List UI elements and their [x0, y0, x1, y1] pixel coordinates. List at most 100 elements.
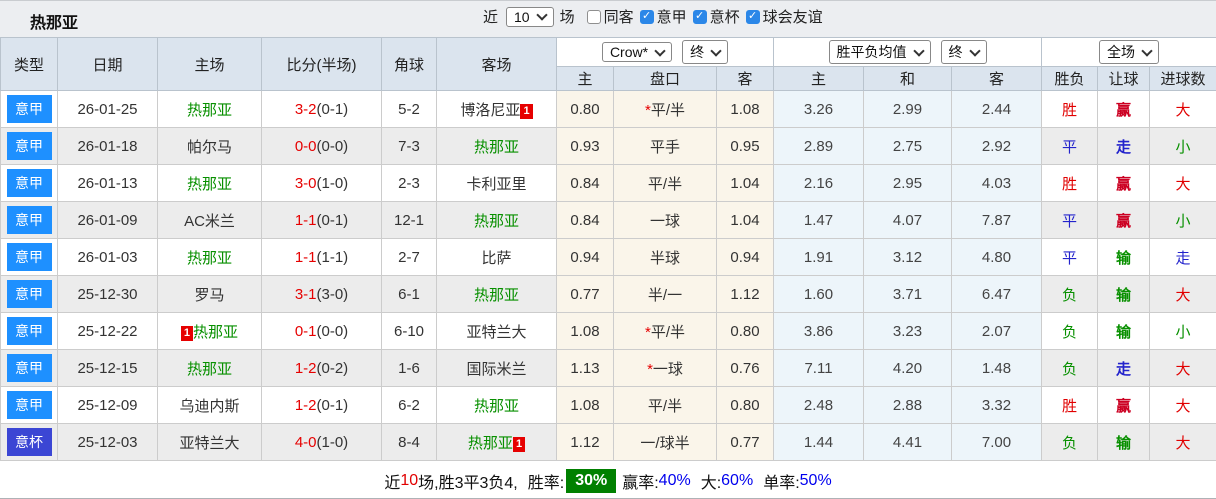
half-time-score: (0-0) [317, 323, 349, 340]
avg-away-cell: 2.07 [952, 313, 1042, 350]
odds-time-select[interactable]: 终 [682, 40, 728, 64]
avg-home-cell: 7.11 [774, 350, 864, 387]
score-cell: 1-2(0-2) [262, 350, 382, 387]
home-team-name: 热那亚 [187, 361, 232, 378]
sub-header-result: 胜负 [1042, 67, 1098, 91]
result-cell: 负 [1042, 313, 1098, 350]
half-time-score: (1-1) [317, 249, 349, 266]
handicap-cell: 一球 [614, 202, 717, 239]
avg-type-select[interactable]: 胜平负均值 [829, 40, 931, 64]
summary-oddswin-value: 40% [659, 472, 691, 490]
avg-draw-cell: 4.41 [864, 424, 952, 461]
handicap-result-value: 赢 [1116, 102, 1131, 119]
avg-away-cell: 7.87 [952, 202, 1042, 239]
home-odds-cell: 0.84 [557, 165, 614, 202]
filter-checkbox-coppa-italia[interactable] [693, 10, 707, 24]
avg-away-cell: 2.92 [952, 128, 1042, 165]
avg-home-cell: 2.89 [774, 128, 864, 165]
sub-header-avg-away: 客 [952, 67, 1042, 91]
league-badge: 意甲 [7, 206, 52, 234]
sub-header-handicap: 盘口 [614, 67, 717, 91]
away-team-cell: 热那亚 [437, 202, 557, 239]
result-group-header: 全场 [1042, 38, 1216, 67]
handicap-result-value: 赢 [1116, 398, 1131, 415]
goals-result-cell: 大 [1150, 387, 1216, 424]
avg-draw-cell: 3.12 [864, 239, 952, 276]
handicap-result-value: 输 [1116, 324, 1131, 341]
avg-time-select[interactable]: 终 [941, 40, 987, 64]
handicap-value: 平/半 [651, 324, 685, 341]
league-cell: 意甲 [1, 387, 58, 424]
table-row: 意甲 26-01-03 热那亚 1-1(1-1) 2-7 比萨 0.94 半球 … [1, 239, 1216, 276]
away-team-cell: 国际米兰 [437, 350, 557, 387]
summary-big-label: 大: [701, 469, 721, 493]
filter-checkbox-club-friendly[interactable] [746, 10, 760, 24]
away-team-cell: 卡利亚里 [437, 165, 557, 202]
avg-draw-cell: 3.71 [864, 276, 952, 313]
league-badge: 意甲 [7, 354, 52, 382]
summary-recent-count: 10 [400, 472, 418, 490]
handicap-result-cell: 走 [1098, 128, 1150, 165]
away-team-cell: 比萨 [437, 239, 557, 276]
handicap-value: 半球 [650, 250, 680, 267]
summary-winrate-label: 胜率: [528, 469, 564, 493]
chevron-down-icon [913, 45, 924, 56]
home-team-name: 罗马 [194, 287, 224, 304]
avg-home-cell: 3.26 [774, 91, 864, 128]
avg-away-cell: 4.03 [952, 165, 1042, 202]
handicap-value: 平/半 [651, 102, 685, 119]
summary-big-value: 60% [721, 472, 753, 490]
away-team-cell: 热那亚1 [437, 424, 557, 461]
summary-single-label: 单率: [763, 469, 799, 493]
score-cell: 0-0(0-0) [262, 128, 382, 165]
summary-single-value: 50% [800, 472, 832, 490]
goals-result-cell: 大 [1150, 91, 1216, 128]
handicap-value: 半/一 [648, 287, 682, 304]
full-time-score: 3-1 [295, 286, 317, 303]
summary-oddswin-label: 赢率: [622, 469, 658, 493]
handicap-result-cell: 赢 [1098, 202, 1150, 239]
away-team-name: 热那亚 [474, 139, 519, 156]
home-team-cell: 热那亚 [158, 239, 262, 276]
league-badge: 意甲 [7, 391, 52, 419]
recent-count-select[interactable]: 10 [506, 7, 554, 27]
goals-result-value: 大 [1176, 176, 1191, 193]
bookmaker-select[interactable]: Crow* [602, 42, 672, 62]
league-badge: 意甲 [7, 169, 52, 197]
handicap-cell: 平/半 [614, 387, 717, 424]
period-select[interactable]: 全场 [1099, 40, 1159, 64]
handicap-cell: *平/半 [614, 91, 717, 128]
match-table-body: 意甲 26-01-25 热那亚 3-2(0-1) 5-2 博洛尼亚1 0.80 … [1, 91, 1216, 461]
handicap-cell: 平/半 [614, 165, 717, 202]
table-row: 意甲 25-12-22 1热那亚 0-1(0-0) 6-10 亚特兰大 1.08… [1, 313, 1216, 350]
sub-header-avg-home: 主 [774, 67, 864, 91]
avg-draw-cell: 2.99 [864, 91, 952, 128]
league-cell: 意甲 [1, 128, 58, 165]
away-odds-cell: 1.04 [717, 165, 774, 202]
league-badge: 意甲 [7, 243, 52, 271]
result-cell: 胜 [1042, 165, 1098, 202]
sub-header-handicap-result: 让球 [1098, 67, 1150, 91]
top-bar: 热那亚 近 10 场 同客 意甲 意杯 球会友谊 [0, 1, 1216, 37]
filter-coppa-italia: 意杯 [693, 6, 740, 27]
filter-checkbox-same-away[interactable] [587, 10, 601, 24]
date-cell: 25-12-03 [58, 424, 158, 461]
handicap-result-cell: 走 [1098, 350, 1150, 387]
home-team-cell: 热那亚 [158, 165, 262, 202]
result-value: 胜 [1062, 398, 1077, 415]
result-value: 负 [1062, 287, 1077, 304]
home-team-cell: 1热那亚 [158, 313, 262, 350]
avg-home-cell: 1.44 [774, 424, 864, 461]
half-time-score: (0-1) [317, 101, 349, 118]
avg-draw-cell: 2.75 [864, 128, 952, 165]
handicap-cell: 半/一 [614, 276, 717, 313]
result-cell: 平 [1042, 128, 1098, 165]
result-cell: 负 [1042, 350, 1098, 387]
goals-result-value: 大 [1176, 435, 1191, 452]
filter-checkbox-serie-a[interactable] [640, 10, 654, 24]
date-cell: 26-01-18 [58, 128, 158, 165]
date-cell: 26-01-03 [58, 239, 158, 276]
goals-result-cell: 大 [1150, 424, 1216, 461]
away-team-name: 热那亚 [474, 398, 519, 415]
handicap-value: 平/半 [648, 176, 682, 193]
